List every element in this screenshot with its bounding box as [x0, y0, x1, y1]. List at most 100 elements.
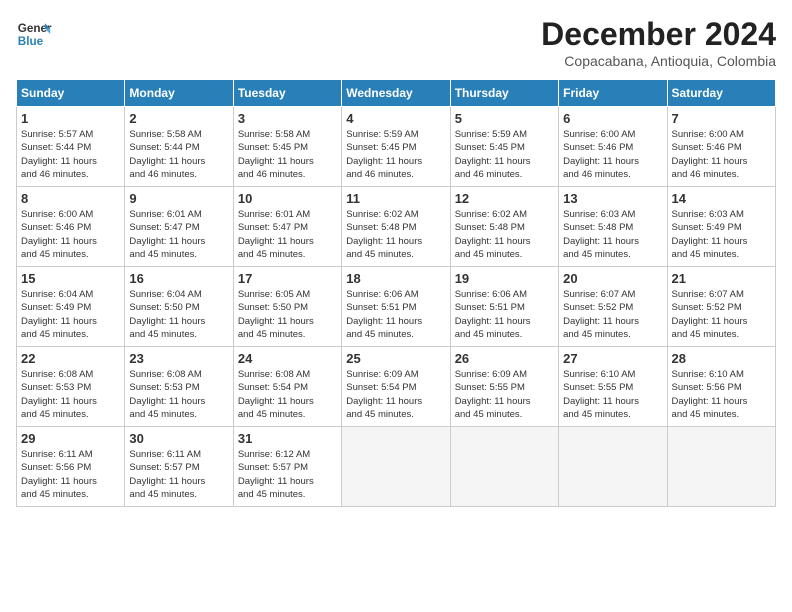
- day-number: 2: [129, 111, 228, 126]
- page-header: General Blue December 2024 Copacabana, A…: [16, 16, 776, 69]
- day-number: 13: [563, 191, 662, 206]
- calendar-cell: 17 Sunrise: 6:05 AM Sunset: 5:50 PM Dayli…: [233, 267, 341, 347]
- calendar-cell: 7 Sunrise: 6:00 AM Sunset: 5:46 PM Daylig…: [667, 107, 775, 187]
- calendar-cell: 30 Sunrise: 6:11 AM Sunset: 5:57 PM Dayli…: [125, 427, 233, 507]
- day-number: 10: [238, 191, 337, 206]
- day-info: Sunrise: 6:11 AM Sunset: 5:56 PM Dayligh…: [21, 448, 120, 501]
- day-info: Sunrise: 6:12 AM Sunset: 5:57 PM Dayligh…: [238, 448, 337, 501]
- calendar-cell: 8 Sunrise: 6:00 AM Sunset: 5:46 PM Daylig…: [17, 187, 125, 267]
- day-number: 7: [672, 111, 771, 126]
- day-info: Sunrise: 6:04 AM Sunset: 5:49 PM Dayligh…: [21, 288, 120, 341]
- day-info: Sunrise: 6:09 AM Sunset: 5:55 PM Dayligh…: [455, 368, 554, 421]
- day-info: Sunrise: 6:00 AM Sunset: 5:46 PM Dayligh…: [21, 208, 120, 261]
- day-number: 18: [346, 271, 445, 286]
- calendar-cell: 15 Sunrise: 6:04 AM Sunset: 5:49 PM Dayli…: [17, 267, 125, 347]
- calendar-week-3: 15 Sunrise: 6:04 AM Sunset: 5:49 PM Dayli…: [17, 267, 776, 347]
- day-info: Sunrise: 6:11 AM Sunset: 5:57 PM Dayligh…: [129, 448, 228, 501]
- calendar-cell: 1 Sunrise: 5:57 AM Sunset: 5:44 PM Daylig…: [17, 107, 125, 187]
- col-header-sunday: Sunday: [17, 80, 125, 107]
- col-header-friday: Friday: [559, 80, 667, 107]
- day-info: Sunrise: 6:02 AM Sunset: 5:48 PM Dayligh…: [346, 208, 445, 261]
- calendar-week-4: 22 Sunrise: 6:08 AM Sunset: 5:53 PM Dayli…: [17, 347, 776, 427]
- day-number: 17: [238, 271, 337, 286]
- col-header-wednesday: Wednesday: [342, 80, 450, 107]
- day-number: 9: [129, 191, 228, 206]
- day-number: 8: [21, 191, 120, 206]
- day-info: Sunrise: 6:08 AM Sunset: 5:53 PM Dayligh…: [21, 368, 120, 421]
- day-info: Sunrise: 6:06 AM Sunset: 5:51 PM Dayligh…: [346, 288, 445, 341]
- location-subtitle: Copacabana, Antioquia, Colombia: [541, 53, 776, 69]
- day-number: 12: [455, 191, 554, 206]
- day-info: Sunrise: 6:08 AM Sunset: 5:53 PM Dayligh…: [129, 368, 228, 421]
- day-number: 4: [346, 111, 445, 126]
- calendar-cell: 11 Sunrise: 6:02 AM Sunset: 5:48 PM Dayli…: [342, 187, 450, 267]
- day-info: Sunrise: 6:03 AM Sunset: 5:49 PM Dayligh…: [672, 208, 771, 261]
- calendar-cell: 21Sunrise: 6:07 AM Sunset: 5:52 PM Dayli…: [667, 267, 775, 347]
- day-number: 5: [455, 111, 554, 126]
- day-number: 31: [238, 431, 337, 446]
- calendar-cell: 6Sunrise: 6:00 AM Sunset: 5:46 PM Daylig…: [559, 107, 667, 187]
- calendar-week-1: 1 Sunrise: 5:57 AM Sunset: 5:44 PM Daylig…: [17, 107, 776, 187]
- day-number: 27: [563, 351, 662, 366]
- day-info: Sunrise: 5:57 AM Sunset: 5:44 PM Dayligh…: [21, 128, 120, 181]
- day-number: 3: [238, 111, 337, 126]
- day-number: 26: [455, 351, 554, 366]
- month-year-title: December 2024: [541, 16, 776, 53]
- header-row: SundayMondayTuesdayWednesdayThursdayFrid…: [17, 80, 776, 107]
- day-number: 25: [346, 351, 445, 366]
- day-info: Sunrise: 5:58 AM Sunset: 5:45 PM Dayligh…: [238, 128, 337, 181]
- calendar-cell: [450, 427, 558, 507]
- day-number: 11: [346, 191, 445, 206]
- day-info: Sunrise: 6:00 AM Sunset: 5:46 PM Dayligh…: [672, 128, 771, 181]
- day-info: Sunrise: 6:00 AM Sunset: 5:46 PM Dayligh…: [563, 128, 662, 181]
- day-number: 1: [21, 111, 120, 126]
- logo-icon: General Blue: [16, 16, 52, 52]
- day-info: Sunrise: 6:10 AM Sunset: 5:56 PM Dayligh…: [672, 368, 771, 421]
- calendar-cell: 12Sunrise: 6:02 AM Sunset: 5:48 PM Dayli…: [450, 187, 558, 267]
- col-header-saturday: Saturday: [667, 80, 775, 107]
- calendar-cell: 24Sunrise: 6:08 AM Sunset: 5:54 PM Dayli…: [233, 347, 341, 427]
- day-number: 20: [563, 271, 662, 286]
- day-number: 15: [21, 271, 120, 286]
- calendar-week-2: 8 Sunrise: 6:00 AM Sunset: 5:46 PM Daylig…: [17, 187, 776, 267]
- calendar-cell: 25Sunrise: 6:09 AM Sunset: 5:54 PM Dayli…: [342, 347, 450, 427]
- calendar-table: SundayMondayTuesdayWednesdayThursdayFrid…: [16, 79, 776, 507]
- day-info: Sunrise: 6:07 AM Sunset: 5:52 PM Dayligh…: [563, 288, 662, 341]
- day-info: Sunrise: 6:08 AM Sunset: 5:54 PM Dayligh…: [238, 368, 337, 421]
- day-info: Sunrise: 6:10 AM Sunset: 5:55 PM Dayligh…: [563, 368, 662, 421]
- calendar-cell: 5Sunrise: 5:59 AM Sunset: 5:45 PM Daylig…: [450, 107, 558, 187]
- calendar-cell: 31 Sunrise: 6:12 AM Sunset: 5:57 PM Dayli…: [233, 427, 341, 507]
- calendar-cell: 3 Sunrise: 5:58 AM Sunset: 5:45 PM Daylig…: [233, 107, 341, 187]
- calendar-cell: 28Sunrise: 6:10 AM Sunset: 5:56 PM Dayli…: [667, 347, 775, 427]
- day-number: 21: [672, 271, 771, 286]
- calendar-cell: 4 Sunrise: 5:59 AM Sunset: 5:45 PM Daylig…: [342, 107, 450, 187]
- day-info: Sunrise: 6:06 AM Sunset: 5:51 PM Dayligh…: [455, 288, 554, 341]
- day-info: Sunrise: 5:59 AM Sunset: 5:45 PM Dayligh…: [346, 128, 445, 181]
- calendar-cell: 2 Sunrise: 5:58 AM Sunset: 5:44 PM Daylig…: [125, 107, 233, 187]
- calendar-cell: 18 Sunrise: 6:06 AM Sunset: 5:51 PM Dayli…: [342, 267, 450, 347]
- calendar-cell: 23 Sunrise: 6:08 AM Sunset: 5:53 PM Dayli…: [125, 347, 233, 427]
- col-header-thursday: Thursday: [450, 80, 558, 107]
- day-info: Sunrise: 6:01 AM Sunset: 5:47 PM Dayligh…: [129, 208, 228, 261]
- calendar-cell: 22 Sunrise: 6:08 AM Sunset: 5:53 PM Dayli…: [17, 347, 125, 427]
- day-info: Sunrise: 5:58 AM Sunset: 5:44 PM Dayligh…: [129, 128, 228, 181]
- day-number: 30: [129, 431, 228, 446]
- day-info: Sunrise: 6:03 AM Sunset: 5:48 PM Dayligh…: [563, 208, 662, 261]
- calendar-cell: 27 Sunrise: 6:10 AM Sunset: 5:55 PM Dayli…: [559, 347, 667, 427]
- calendar-cell: 26 Sunrise: 6:09 AM Sunset: 5:55 PM Dayli…: [450, 347, 558, 427]
- day-number: 23: [129, 351, 228, 366]
- day-number: 14: [672, 191, 771, 206]
- calendar-cell: 13 Sunrise: 6:03 AM Sunset: 5:48 PM Dayli…: [559, 187, 667, 267]
- calendar-cell: 19 Sunrise: 6:06 AM Sunset: 5:51 PM Dayli…: [450, 267, 558, 347]
- calendar-cell: [667, 427, 775, 507]
- day-info: Sunrise: 6:04 AM Sunset: 5:50 PM Dayligh…: [129, 288, 228, 341]
- title-area: December 2024 Copacabana, Antioquia, Col…: [541, 16, 776, 69]
- col-header-tuesday: Tuesday: [233, 80, 341, 107]
- calendar-cell: [342, 427, 450, 507]
- calendar-cell: 29Sunrise: 6:11 AM Sunset: 5:56 PM Dayli…: [17, 427, 125, 507]
- calendar-cell: 20 Sunrise: 6:07 AM Sunset: 5:52 PM Dayli…: [559, 267, 667, 347]
- day-number: 19: [455, 271, 554, 286]
- calendar-cell: 9 Sunrise: 6:01 AM Sunset: 5:47 PM Daylig…: [125, 187, 233, 267]
- day-number: 22: [21, 351, 120, 366]
- day-info: Sunrise: 6:05 AM Sunset: 5:50 PM Dayligh…: [238, 288, 337, 341]
